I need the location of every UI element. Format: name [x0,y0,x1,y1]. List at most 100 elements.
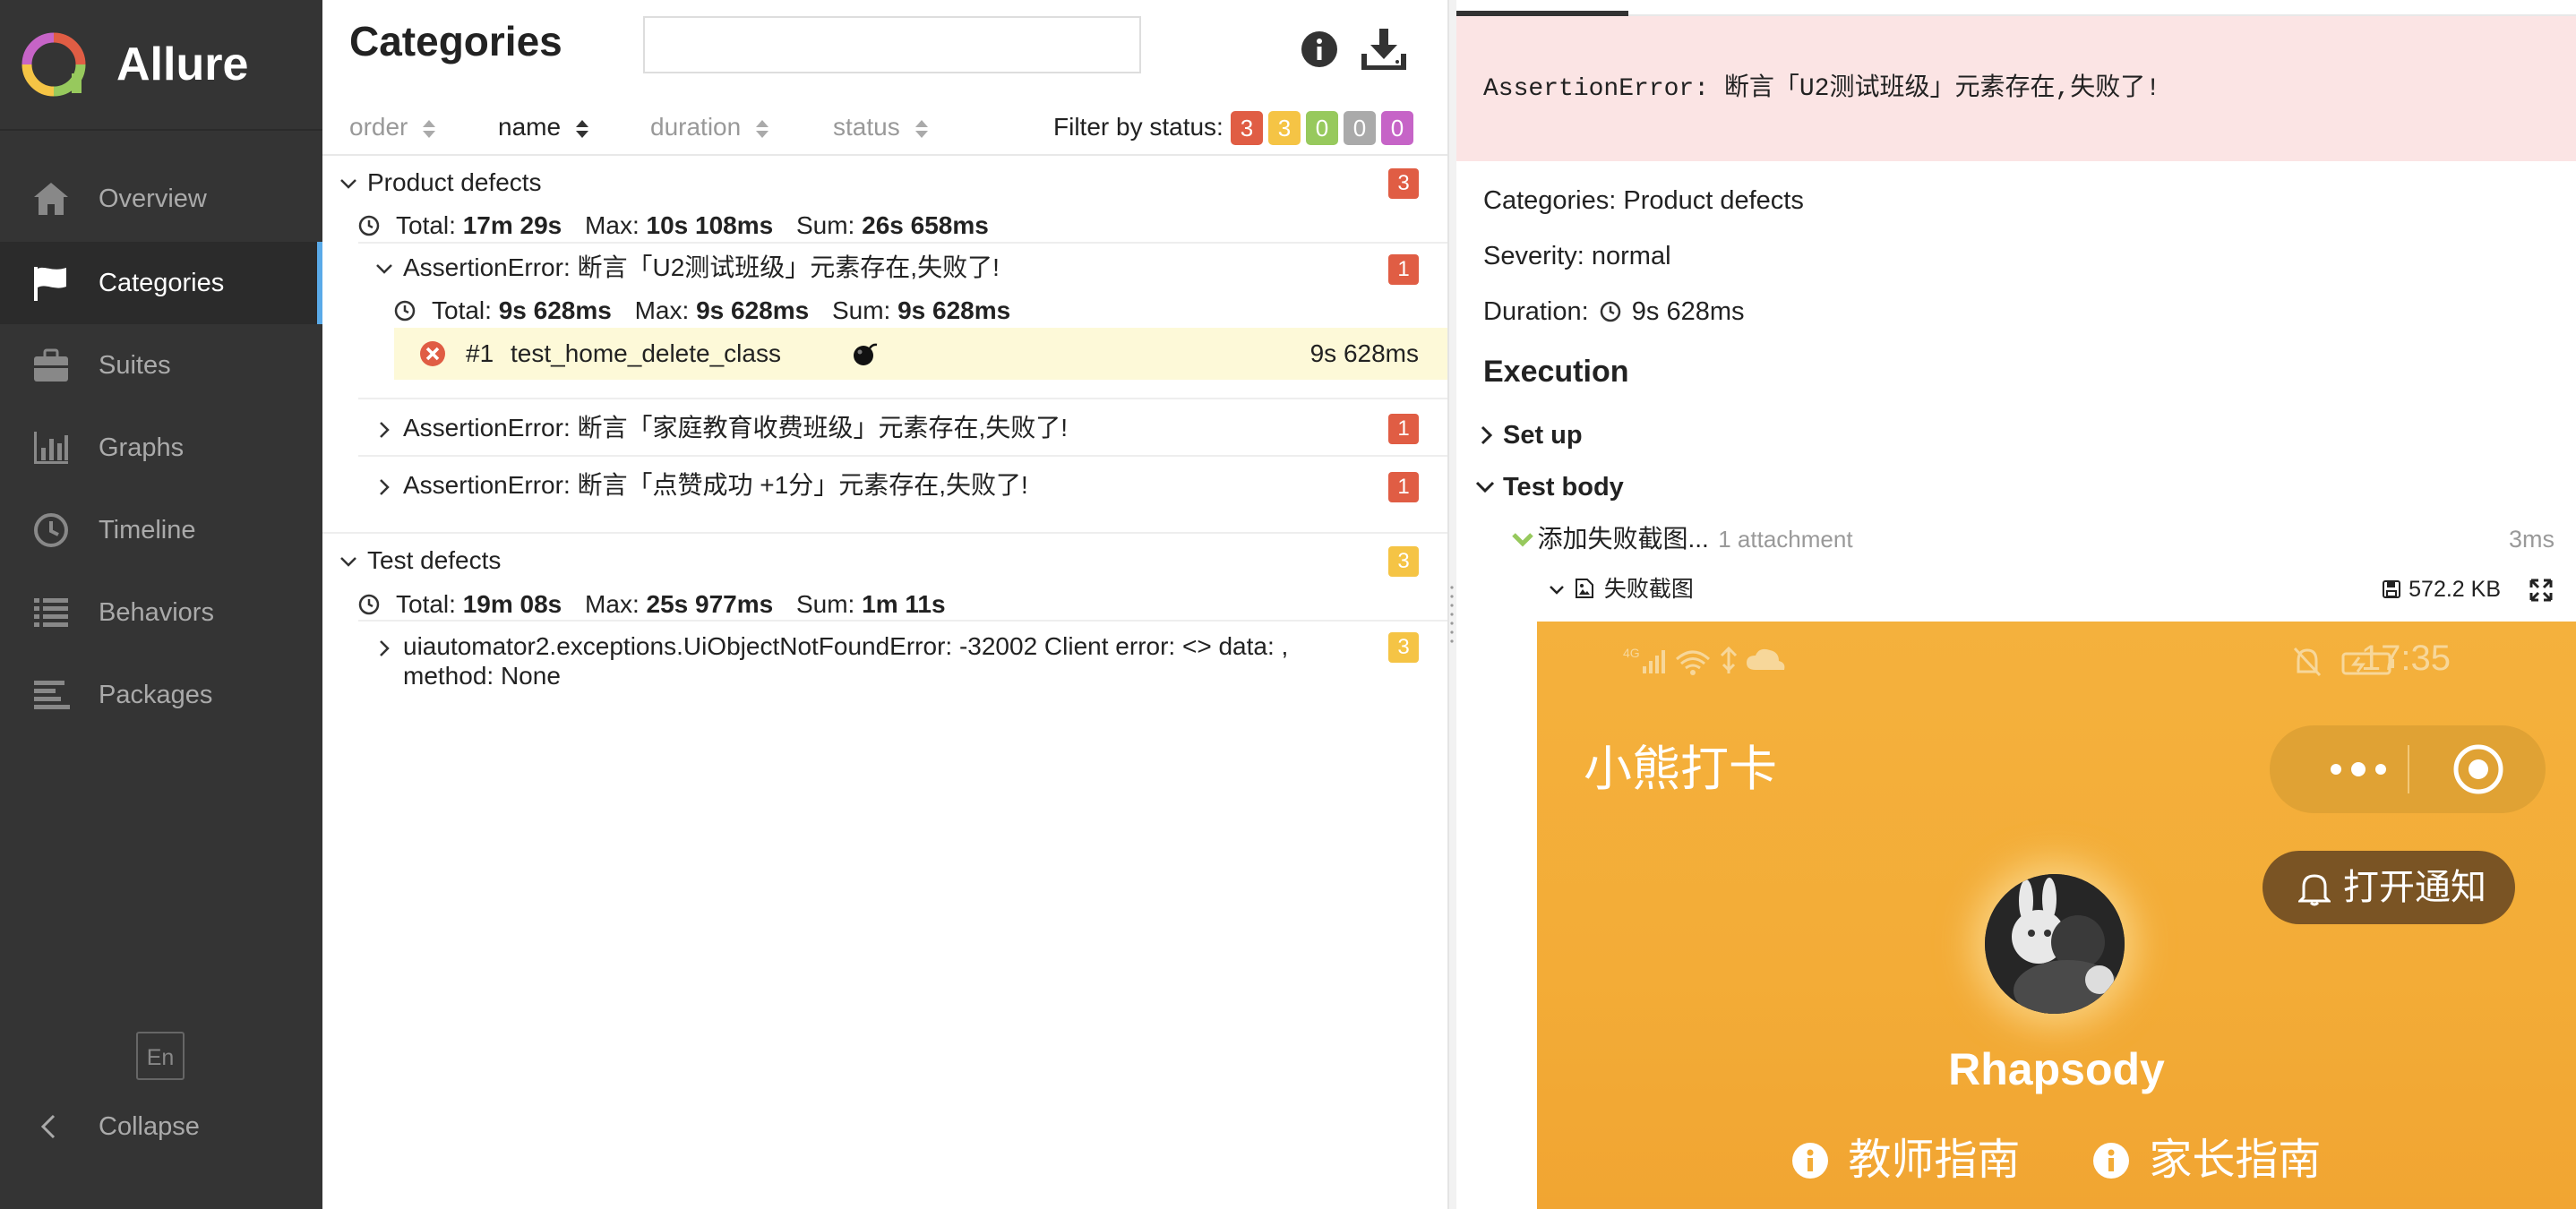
divider [358,620,1447,622]
severity-line: Severity: normal [1483,242,1671,270]
chevron-down-icon[interactable] [339,552,358,571]
attachment-size-group: 572.2 KB [2382,571,2501,607]
sidebar-item-label: Behaviors [99,598,214,627]
chevron-right-icon[interactable] [374,420,394,440]
language-switcher[interactable]: En [136,1032,185,1080]
subgroup-count-badge: 1 [1388,472,1419,502]
divider [358,455,1447,457]
attachment-row[interactable]: 失败截图 [1548,571,1694,607]
sort-order[interactable]: order [349,104,436,154]
subgroup-count-badge: 1 [1388,254,1419,285]
sort-icon [756,119,769,138]
group-name[interactable]: Test defects [367,543,501,579]
parent-guide-link: 家长指南 [2092,1134,2321,1188]
info-icon[interactable] [1301,30,1338,68]
brand[interactable]: Allure [0,0,322,131]
avatar [1985,874,2125,1014]
clock-icon [34,513,68,547]
allure-logo-icon [21,32,86,97]
chevron-right-icon[interactable] [374,639,394,658]
max-value: 9s 628ms [696,296,810,324]
attachment-name: 失败截图 [1603,577,1694,602]
categories-pane: Categories order name duration status Fi… [322,0,1447,1209]
test-duration: 9s 628ms [1309,339,1419,367]
test-result-row[interactable]: #1 test_home_delete_class 9s 628ms [394,328,1447,380]
sort-status[interactable]: status [833,104,929,154]
passed-check-icon [1512,533,1533,547]
setup-section[interactable]: Set up [1503,416,1583,455]
notify-label: 打开通知 [2343,868,2486,907]
sort-label: duration [650,113,742,141]
duration-line: Duration: 9s 628ms [1483,292,1745,331]
sidebar-item-behaviors[interactable]: Behaviors [0,571,322,654]
sidebar-item-suites[interactable]: Suites [0,324,322,407]
download-icon[interactable] [1361,27,1406,70]
group-name[interactable]: Product defects [367,165,542,201]
app-name: Allure [116,39,249,90]
capsule-divider [2408,745,2409,793]
sort-duration[interactable]: duration [650,104,769,154]
test-body-section[interactable]: Test body [1503,467,1624,507]
max-value: 25s 977ms [646,590,774,618]
filter-failed-badge[interactable]: 3 [1231,111,1263,145]
filter-unknown-badge[interactable]: 0 [1381,111,1413,145]
svg-text:4G: 4G [1623,646,1640,660]
sidebar-item-label: Packages [99,681,213,709]
sidebar-item-overview[interactable]: Overview [0,158,322,240]
briefcase-icon [34,348,68,382]
drag-handle-icon[interactable] [1448,582,1455,645]
total-label: Total: [396,211,456,239]
total-value: 19m 08s [462,590,562,618]
sidebar-item-timeline[interactable]: Timeline [0,489,322,571]
expand-icon[interactable] [2529,579,2553,602]
sort-icon [423,119,436,138]
chevron-right-icon[interactable] [1478,424,1496,446]
chevron-down-icon [1550,586,1564,595]
filter-passed-badge[interactable]: 0 [1306,111,1338,145]
guide-label: 家长指南 [2149,1136,2322,1184]
step-name: 添加失败截图... [1537,525,1709,553]
home-icon [34,183,68,215]
more-dots-icon [2331,762,2386,776]
chevron-right-icon[interactable] [374,477,394,497]
test-details-pane: AssertionError: 断言「U2测试班级」元素存在,失败了! Cate… [1456,0,2576,1209]
total-value: 9s 628ms [498,296,612,324]
sort-icon [576,119,589,138]
chevron-left-icon [40,1114,56,1139]
step-row[interactable]: 添加失败截图... 1 attachment [1512,519,1853,559]
sidebar-item-graphs[interactable]: Graphs [0,407,322,489]
duration-value: 9s 628ms [1631,297,1745,326]
page-title: Categories [349,18,562,64]
filter-broken-badge[interactable]: 3 [1268,111,1301,145]
subgroup-name[interactable]: AssertionError: 断言「点赞成功 +1分」元素存在,失败了! [403,467,1028,503]
collapse-button[interactable]: Collapse [0,1089,322,1164]
attachment-screenshot: 4G 17:35 小熊打卡 打开通知 Rhapsody 教师指南 家长指南 [1537,622,2576,1209]
max-label: Max: [585,590,640,618]
test-index: #1 [466,339,494,367]
subgroup-name[interactable]: AssertionError: 断言「U2测试班级」元素存在,失败了! [403,250,1000,286]
failed-status-icon [420,341,445,366]
chevron-down-icon[interactable] [1474,478,1496,496]
sidebar-item-categories[interactable]: Categories [0,242,322,324]
sidebar: Allure Overview Categories Suites Graphs… [0,0,322,1209]
duration-label: Duration: [1483,297,1589,326]
image-file-icon [1576,579,1594,598]
sort-name[interactable]: name [498,104,589,154]
total-label: Total: [432,296,492,324]
info-icon [2093,1143,2129,1179]
filter-skipped-badge[interactable]: 0 [1344,111,1376,145]
status-time: 17:35 [2360,639,2451,678]
sidebar-item-packages[interactable]: Packages [0,654,322,736]
group-stats: Total: 17m 29s Max: 10s 108ms Sum: 26s 6… [396,208,989,244]
chevron-down-icon[interactable] [339,174,358,193]
subgroup-name-continued[interactable]: method: None [403,658,561,694]
search-input[interactable] [643,16,1141,73]
step-duration: 3ms [2508,526,2555,553]
mini-program-title: 小熊打卡 [1584,742,1777,796]
clock-icon [358,215,380,236]
sidebar-item-label: Categories [99,269,225,297]
subgroup-name[interactable]: AssertionError: 断言「家庭教育收费班级」元素存在,失败了! [403,410,1068,446]
attachment-count: 1 attachment [1718,526,1853,553]
chevron-down-icon[interactable] [374,259,394,279]
bar-chart-icon [34,432,68,464]
